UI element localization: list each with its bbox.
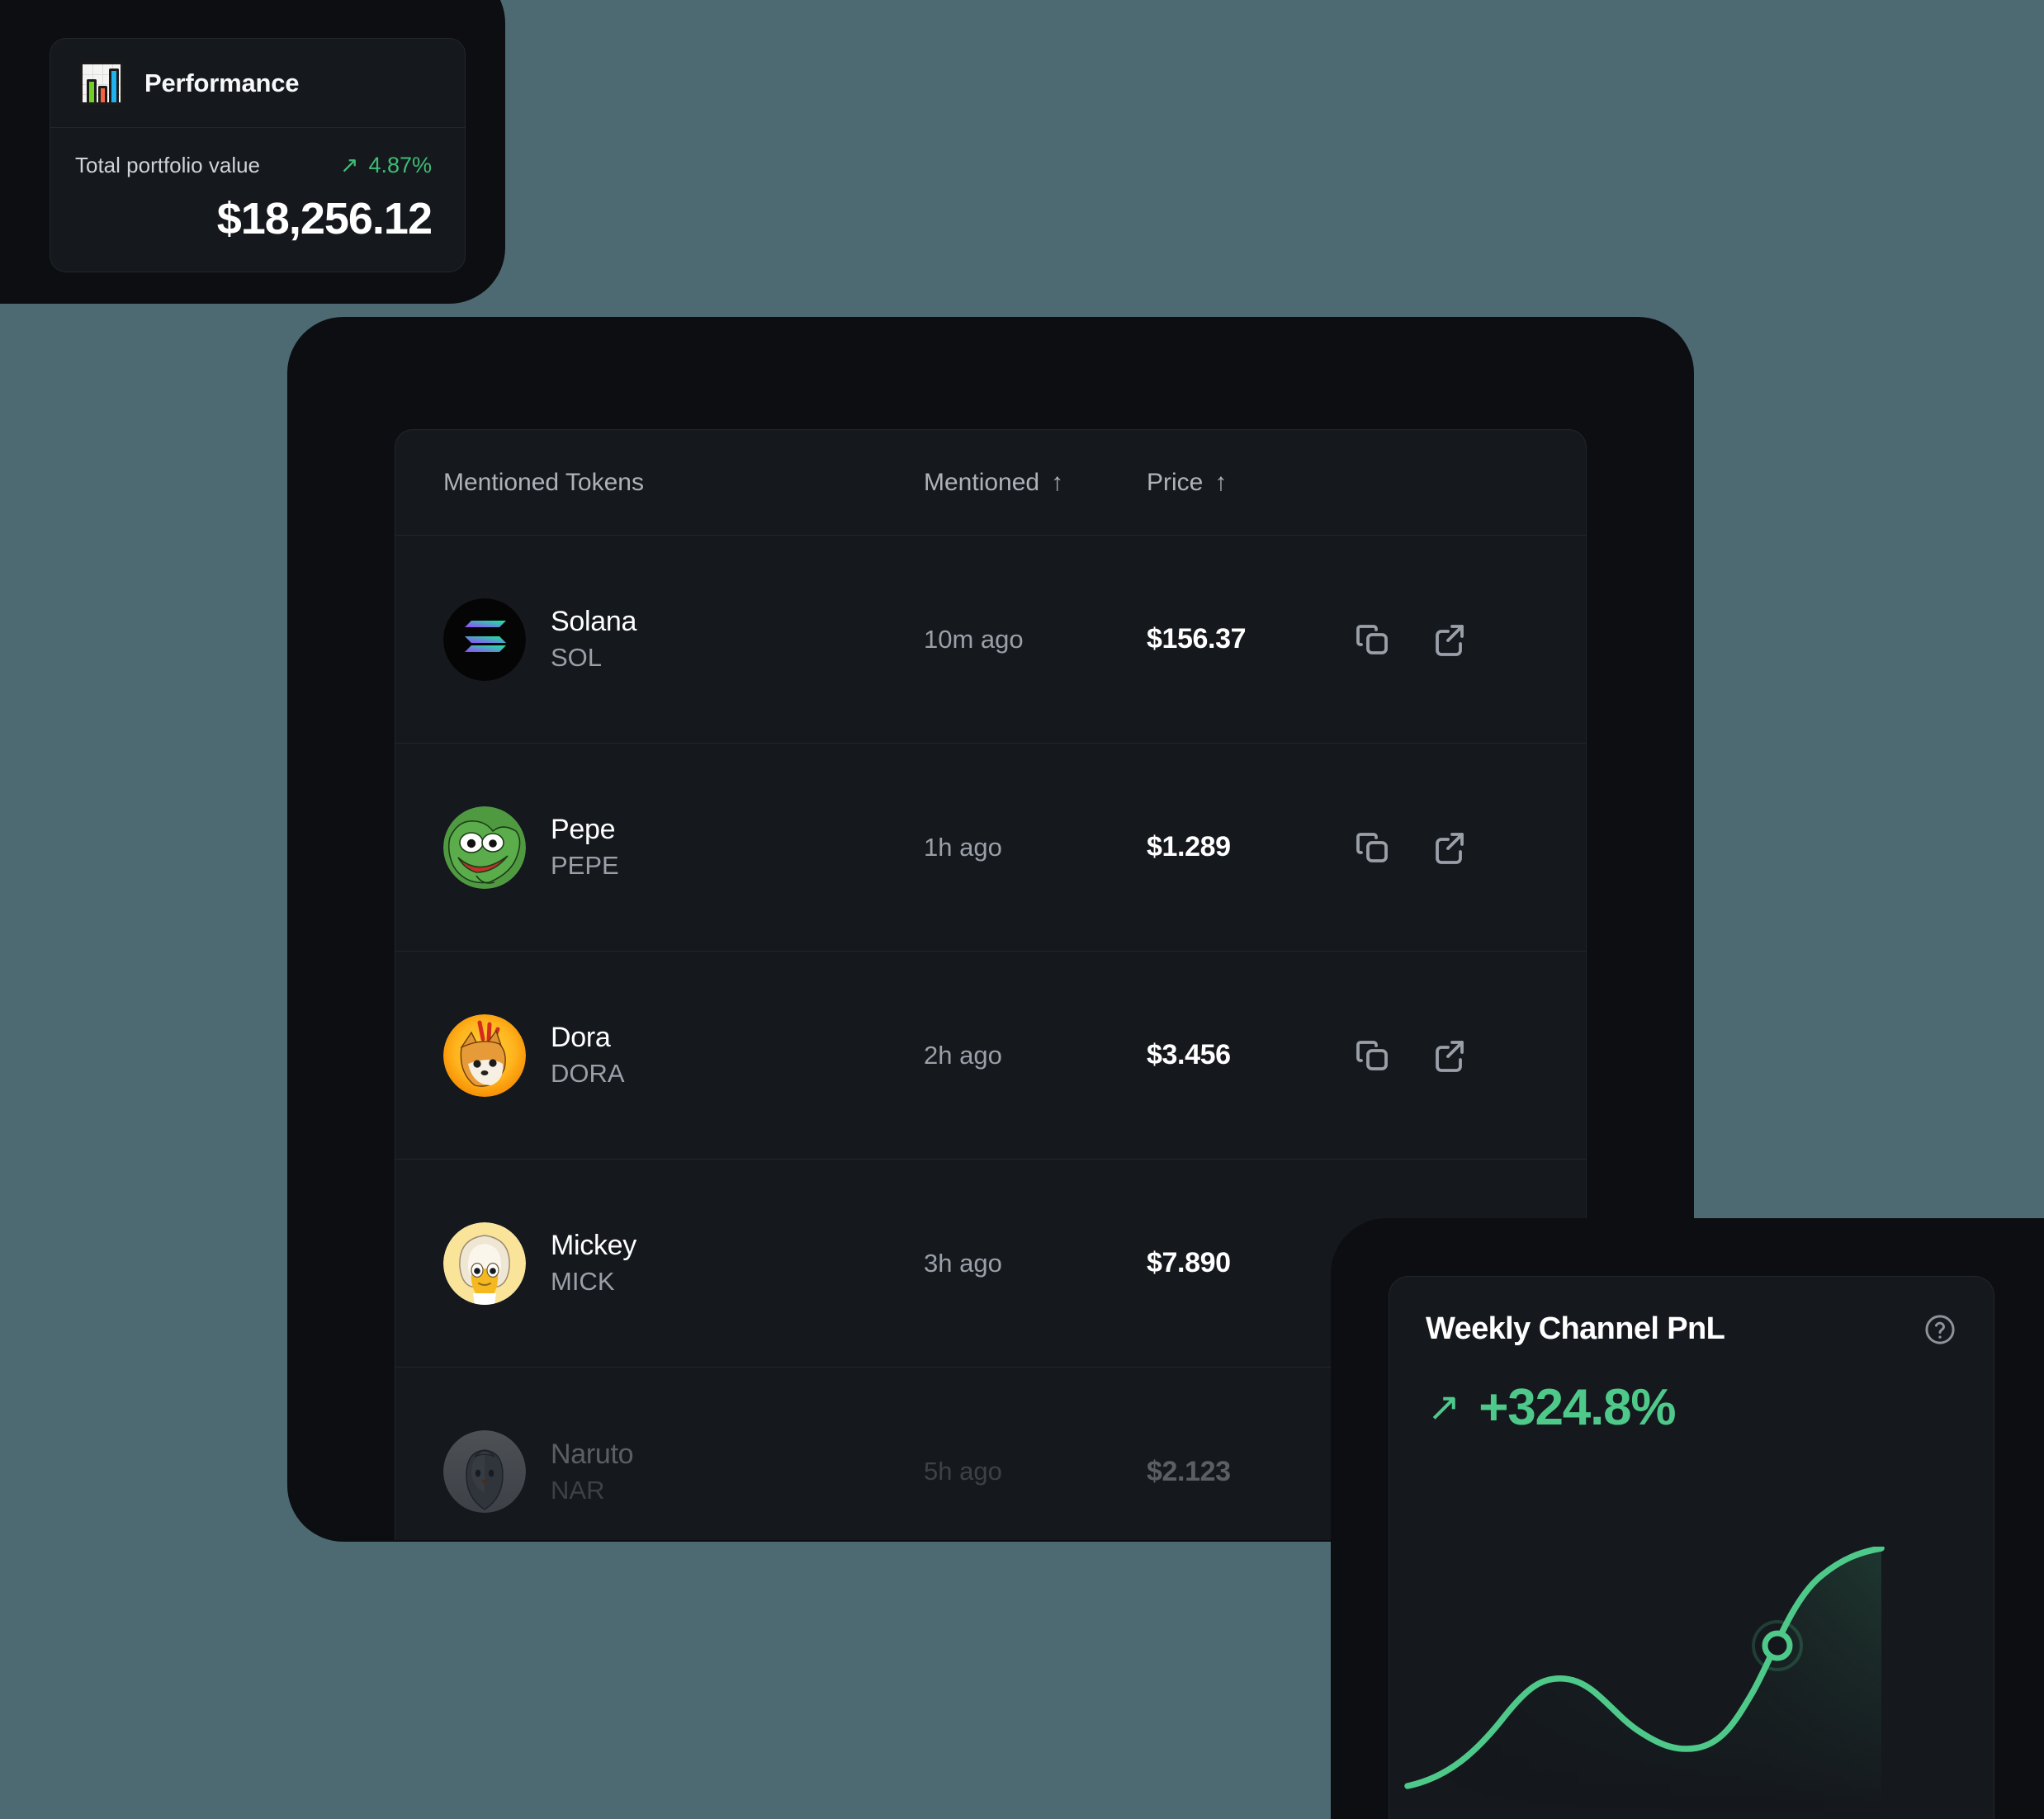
token-cell: Mickey MICK: [395, 1221, 924, 1305]
pnl-header: Weekly Channel PnL: [1389, 1277, 1994, 1347]
column-header-token: Mentioned Tokens: [443, 468, 644, 496]
question-mark-circle-icon[interactable]: [1923, 1312, 1957, 1347]
table-row[interactable]: Pepe PEPE 1h ago $1.289: [395, 744, 1586, 952]
copy-icon[interactable]: [1353, 620, 1393, 659]
screenshot-stage: Mentioned Tokens Mentioned ↑ Price ↑ Sol…: [0, 0, 2044, 1819]
performance-body: Total portfolio value ↗ 4.87% $18,256.12: [50, 128, 465, 244]
token-symbol: MICK: [551, 1267, 615, 1296]
pnl-title: Weekly Channel PnL: [1426, 1311, 1725, 1346]
portfolio-change-badge: ↗ 4.87%: [340, 153, 432, 178]
naruto-logo-icon: [443, 1430, 526, 1513]
copy-icon[interactable]: [1353, 828, 1393, 867]
table-header-row: Mentioned Tokens Mentioned ↑ Price ↑: [395, 430, 1586, 536]
price-cell: $3.456: [1147, 1039, 1231, 1070]
dora-logo-icon: [443, 1013, 526, 1097]
copy-icon[interactable]: [1353, 1036, 1393, 1075]
token-symbol: DORA: [551, 1059, 625, 1088]
external-link-icon[interactable]: [1429, 1036, 1469, 1075]
column-header-price-label: Price: [1147, 468, 1204, 496]
table-row[interactable]: Dora DORA 2h ago $3.456: [395, 952, 1586, 1160]
mickey-logo-icon: [443, 1221, 526, 1305]
pnl-value-row: ↗ +324.8%: [1389, 1347, 1994, 1437]
token-names: Mickey MICK: [551, 1230, 636, 1297]
token-symbol: SOL: [551, 643, 603, 672]
token-names: Naruto NAR: [551, 1438, 634, 1505]
token-name: Naruto: [551, 1438, 634, 1470]
table-row[interactable]: Solana SOL 10m ago $156.37: [395, 536, 1586, 744]
token-names: Pepe PEPE: [551, 814, 619, 881]
token-name: Mickey: [551, 1230, 636, 1261]
portfolio-metric-row: Total portfolio value ↗ 4.87%: [75, 153, 432, 178]
performance-header: Performance: [50, 39, 465, 128]
column-header-price[interactable]: Price ↑: [1147, 469, 1353, 497]
token-symbol: NAR: [551, 1475, 605, 1505]
row-actions: [1353, 1036, 1586, 1075]
row-actions: [1353, 620, 1586, 659]
token-cell: Dora DORA: [395, 1013, 924, 1097]
solana-logo-icon: [443, 598, 526, 681]
row-actions: [1353, 828, 1586, 867]
bar-chart-icon: [80, 61, 123, 105]
token-symbol: PEPE: [551, 851, 619, 880]
portfolio-total-value: $18,256.12: [216, 194, 433, 243]
arrow-up-right-icon: ↗: [339, 153, 359, 177]
mentioned-cell: 3h ago: [924, 1248, 1002, 1278]
column-header-mentioned-label: Mentioned: [924, 468, 1040, 496]
token-name: Pepe: [551, 814, 616, 845]
price-cell: $7.890: [1147, 1247, 1231, 1278]
price-cell: $2.123: [1147, 1455, 1231, 1487]
sort-ascending-icon: ↑: [1051, 468, 1064, 496]
token-cell: Pepe PEPE: [395, 806, 924, 889]
token-names: Solana SOL: [551, 606, 636, 673]
token-cell: Naruto NAR: [395, 1430, 924, 1513]
price-cell: $1.289: [1147, 831, 1231, 862]
mentioned-cell: 2h ago: [924, 1040, 1002, 1070]
weekly-pnl-panel: Weekly Channel PnL ↗ +324.8%: [1389, 1276, 1994, 1819]
external-link-icon[interactable]: [1429, 828, 1469, 867]
pepe-logo-icon: [443, 806, 526, 889]
sort-ascending-icon: ↑: [1214, 468, 1228, 496]
portfolio-change-value: 4.87%: [368, 153, 432, 177]
token-name: Solana: [551, 606, 637, 637]
mentioned-cell: 10m ago: [924, 624, 1024, 654]
performance-panel: Performance Total portfolio value ↗ 4.87…: [50, 38, 466, 272]
external-link-icon[interactable]: [1429, 620, 1469, 659]
column-header-mentioned[interactable]: Mentioned ↑: [924, 469, 1147, 497]
token-cell: Solana SOL: [395, 598, 924, 681]
price-cell: $156.37: [1147, 623, 1247, 654]
arrow-up-right-icon: ↗: [1427, 1385, 1461, 1429]
pnl-value: +324.8%: [1479, 1379, 1676, 1436]
token-names: Dora DORA: [551, 1022, 625, 1089]
mentioned-cell: 1h ago: [924, 832, 1002, 862]
portfolio-label: Total portfolio value: [75, 153, 261, 177]
mentioned-cell: 5h ago: [924, 1457, 1002, 1486]
page-title: Performance: [144, 68, 300, 97]
token-name: Dora: [551, 1022, 611, 1053]
pnl-line-chart: [1389, 1547, 1994, 1819]
